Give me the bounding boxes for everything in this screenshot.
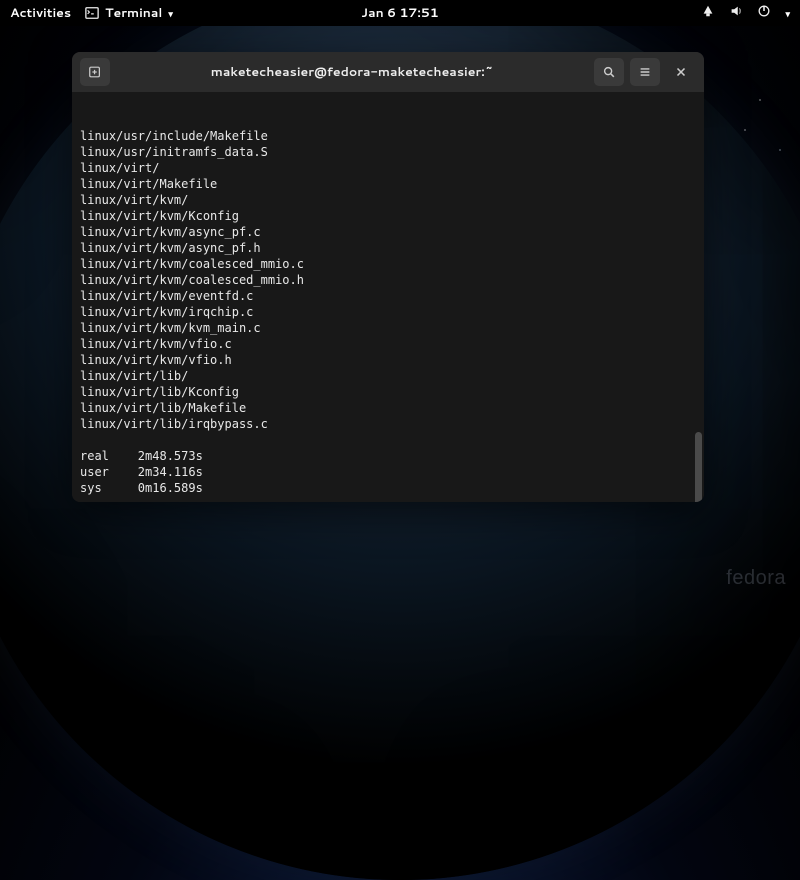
fedora-watermark: fedora xyxy=(726,567,786,590)
new-tab-button[interactable] xyxy=(80,58,110,86)
search-icon xyxy=(602,65,616,79)
hamburger-menu-button[interactable] xyxy=(630,58,660,86)
gnome-top-bar: Activities Terminal ▾ Jan 6 17:51 ▾ xyxy=(0,0,800,26)
terminal-viewport[interactable]: linux/usr/include/Makefile linux/usr/ini… xyxy=(72,92,704,502)
scrollbar-thumb[interactable] xyxy=(695,432,702,502)
close-button[interactable] xyxy=(666,58,696,86)
close-icon xyxy=(674,65,688,79)
chevron-down-icon: ▾ xyxy=(168,7,173,20)
network-status-icon[interactable] xyxy=(701,4,715,23)
hamburger-icon xyxy=(638,65,652,79)
volume-icon[interactable] xyxy=(729,4,743,23)
power-icon[interactable] xyxy=(757,4,771,23)
terminal-output: linux/usr/include/Makefile linux/usr/ini… xyxy=(80,128,696,496)
search-button[interactable] xyxy=(594,58,624,86)
terminal-window: maketecheasier@fedora-maketecheasier:~ l… xyxy=(72,52,704,502)
app-menu-label: Terminal xyxy=(105,4,162,22)
terminal-icon xyxy=(85,6,99,20)
system-menu-caret-icon: ▾ xyxy=(785,7,790,20)
activities-button[interactable]: Activities xyxy=(10,4,71,22)
app-menu-button[interactable]: Terminal ▾ xyxy=(85,4,173,22)
window-title: maketecheasier@fedora-maketecheasier:~ xyxy=(116,63,588,81)
window-titlebar[interactable]: maketecheasier@fedora-maketecheasier:~ xyxy=(72,52,704,92)
clock-button[interactable]: Jan 6 17:51 xyxy=(361,4,438,22)
new-tab-icon xyxy=(88,65,102,79)
